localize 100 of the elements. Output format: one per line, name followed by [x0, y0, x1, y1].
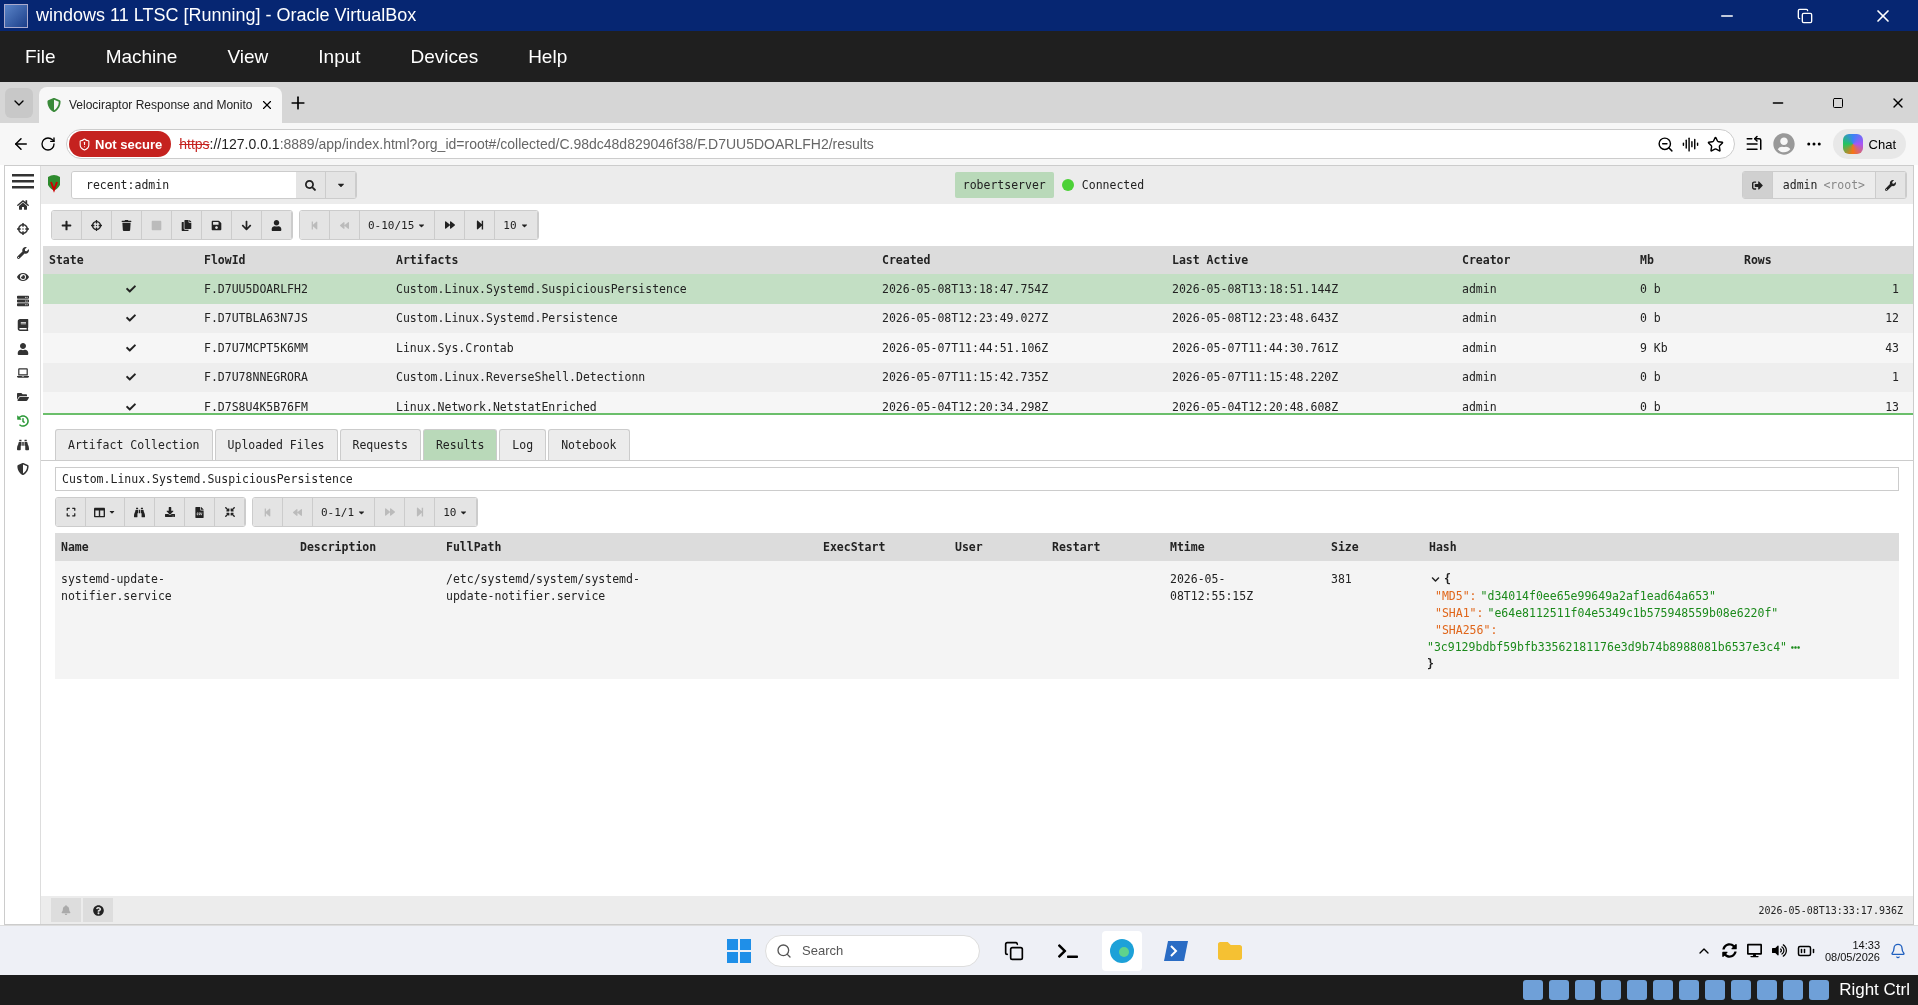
table-cell-text: Custom.Linux.ReverseShell.Detectionn: [395, 370, 647, 385]
page-size-dropdown[interactable]: 10: [435, 498, 478, 526]
virtualbox-icon: [4, 3, 28, 28]
menu-icon[interactable]: [11, 172, 34, 190]
page-range-dropdown[interactable]: 0-10/15: [360, 211, 436, 239]
address-field[interactable]: Not secure https://127.0.0.1:8889/app/index.html?org_id=root#/collected/C.98dc48d829046f38/F.D7UU5DOARLFH2/results: [66, 129, 1735, 159]
last-page-button[interactable]: [465, 211, 496, 239]
page-range-dropdown[interactable]: 0-1/1: [313, 498, 376, 526]
column-header[interactable]: Last Active: [1166, 253, 1456, 267]
column-header[interactable]: Creator: [1456, 253, 1634, 267]
flow-row[interactable]: F.D7UU5DOARLFH2 Custom.Linux.Systemd.SuspiciousPersistence 2026-05-08T13:18:47.754Z 2026-05-08T13:18:51.144Z admin 0 b 1: [43, 274, 1913, 304]
notification-icon[interactable]: [1890, 942, 1906, 959]
column-header[interactable]: State: [43, 253, 198, 267]
target-button[interactable]: [82, 211, 112, 239]
browser-tab[interactable]: Velociraptor Response and Monito: [39, 87, 283, 123]
network-icon[interactable]: [1746, 943, 1762, 958]
artifact-name-field[interactable]: Custom.Linux.Systemd.SuspiciousPersistence: [55, 467, 1899, 491]
flow-row[interactable]: F.D7S8U4K5B76FM Linux.Network.NetstatEnriched 2026-05-04T12:20:34.298Z 2026-05-04T12:20:48.608Z admin 0 b 13: [43, 392, 1913, 413]
csv-button[interactable]: [185, 498, 215, 526]
vm-device-icon[interactable]: [1757, 980, 1778, 1000]
detail-tab[interactable]: Uploaded Files: [214, 429, 338, 460]
column-header[interactable]: Mb: [1634, 253, 1738, 267]
column-header[interactable]: FlowId: [198, 253, 390, 267]
column-header[interactable]: Name: [55, 540, 294, 554]
save-button[interactable]: [202, 211, 232, 239]
flow-row[interactable]: F.D7UTBLA63N7JS Custom.Linux.Systemd.Persistence 2026-05-08T12:23:49.027Z 2026-05-08T12:23:48.643Z admin 0 b 12: [43, 303, 1913, 333]
flow-row[interactable]: F.D7U7MCPT5K6MM Linux.Sys.Crontab 2026-05-07T11:44:51.106Z 2026-05-07T11:44:30.761Z admin 9 Kb 43: [43, 333, 1913, 363]
menu-item[interactable]: File: [25, 45, 56, 68]
download-button[interactable]: [232, 211, 262, 239]
menu-item[interactable]: Help: [528, 45, 568, 68]
back-icon[interactable]: [12, 135, 30, 153]
menu-item[interactable]: Devices: [410, 45, 479, 68]
delete-button[interactable]: [112, 211, 142, 239]
table-cell-text: 0 b: [1639, 399, 1662, 413]
sync-icon[interactable]: [1721, 943, 1737, 958]
column-header[interactable]: Restart: [1046, 540, 1164, 554]
column-header[interactable]: Hash: [1423, 540, 1899, 554]
logout-button[interactable]: [1742, 172, 1773, 198]
column-header[interactable]: Description: [294, 540, 440, 554]
vm-device-icon[interactable]: [1627, 980, 1648, 1000]
settings-button[interactable]: [1876, 172, 1906, 198]
restore-icon[interactable]: [1797, 7, 1813, 24]
chat-button[interactable]: Chat: [1832, 129, 1906, 159]
detail-tab[interactable]: Notebook: [548, 429, 630, 460]
profile-icon[interactable]: [1772, 133, 1795, 155]
fullscreen-button[interactable]: [56, 498, 86, 526]
vm-device-icon[interactable]: [1809, 980, 1830, 1000]
clock[interactable]: 14:33 08/05/2026: [1824, 938, 1880, 963]
menu-item[interactable]: Machine: [105, 45, 178, 68]
column-header[interactable]: Artifacts: [390, 253, 876, 267]
help-button[interactable]: [83, 898, 113, 922]
favorite-star-icon[interactable]: [1706, 135, 1724, 153]
volume-icon[interactable]: [1771, 943, 1787, 958]
user-button[interactable]: [262, 211, 292, 239]
task-view-icon[interactable]: [1004, 940, 1024, 961]
browser-taskbar-button[interactable]: [1102, 930, 1142, 971]
maximize-icon[interactable]: [1832, 97, 1844, 109]
expand-icon[interactable]: [1431, 575, 1440, 584]
detail-tab[interactable]: Log: [499, 429, 547, 460]
column-header[interactable]: Size: [1325, 540, 1423, 554]
next-page-button[interactable]: [435, 211, 466, 239]
column-header[interactable]: ExecStart: [817, 540, 949, 554]
windows-icon[interactable]: [727, 938, 751, 963]
table-cell-text: F.D7U7MCPT5K6MM: [203, 340, 309, 355]
vm-device-icon[interactable]: [1523, 980, 1544, 1000]
column-header[interactable]: Rows: [1738, 253, 1913, 267]
menu-item[interactable]: Input: [318, 45, 361, 68]
detail-tab[interactable]: Requests: [339, 429, 421, 460]
favorites-icon[interactable]: [1744, 135, 1763, 153]
zoom-out-icon[interactable]: [1656, 135, 1674, 153]
page-size-dropdown[interactable]: 10: [495, 211, 538, 239]
json-value: "e64e8112511f04e5349c1b575948559b08e6220f": [1487, 605, 1779, 622]
powershell-icon[interactable]: [1164, 939, 1188, 962]
not-secure-badge[interactable]: Not secure: [69, 131, 172, 157]
vm-device-icon[interactable]: [1653, 980, 1674, 1000]
vm-device-icon[interactable]: [1705, 980, 1726, 1000]
columns-button[interactable]: [86, 498, 125, 526]
column-header[interactable]: FullPath: [440, 540, 817, 554]
vm-device-icon[interactable]: [1731, 980, 1752, 1000]
menu-item[interactable]: View: [227, 45, 269, 68]
download-button[interactable]: [155, 498, 185, 526]
vm-device-icon[interactable]: [1679, 980, 1700, 1000]
column-header[interactable]: Created: [876, 253, 1166, 267]
compress-button[interactable]: [215, 498, 245, 526]
taskbar-search-field[interactable]: Search: [765, 934, 980, 967]
reload-icon[interactable]: [40, 136, 56, 152]
binoculars-button[interactable]: [125, 498, 155, 526]
flow-row[interactable]: F.D7U78NNEGRORA Custom.Linux.ReverseShell.Detectionn 2026-05-07T11:15:42.735Z 2026-05-07T11:15:48.220Z admin 0 b 1: [43, 362, 1913, 392]
read-aloud-icon[interactable]: [1681, 135, 1699, 153]
add-button[interactable]: [52, 211, 82, 239]
vm-device-icon[interactable]: [1549, 980, 1570, 1000]
vm-device-icon[interactable]: [1575, 980, 1596, 1000]
detail-tab[interactable]: Results: [422, 429, 498, 460]
vm-device-icon[interactable]: [1601, 980, 1622, 1000]
tab-list-button[interactable]: [5, 88, 33, 118]
column-header[interactable]: Mtime: [1164, 540, 1325, 554]
copy-button[interactable]: [172, 211, 202, 239]
detail-tab[interactable]: Artifact Collection: [55, 429, 213, 460]
column-header[interactable]: User: [949, 540, 1046, 554]
vm-device-icon[interactable]: [1783, 980, 1804, 1000]
